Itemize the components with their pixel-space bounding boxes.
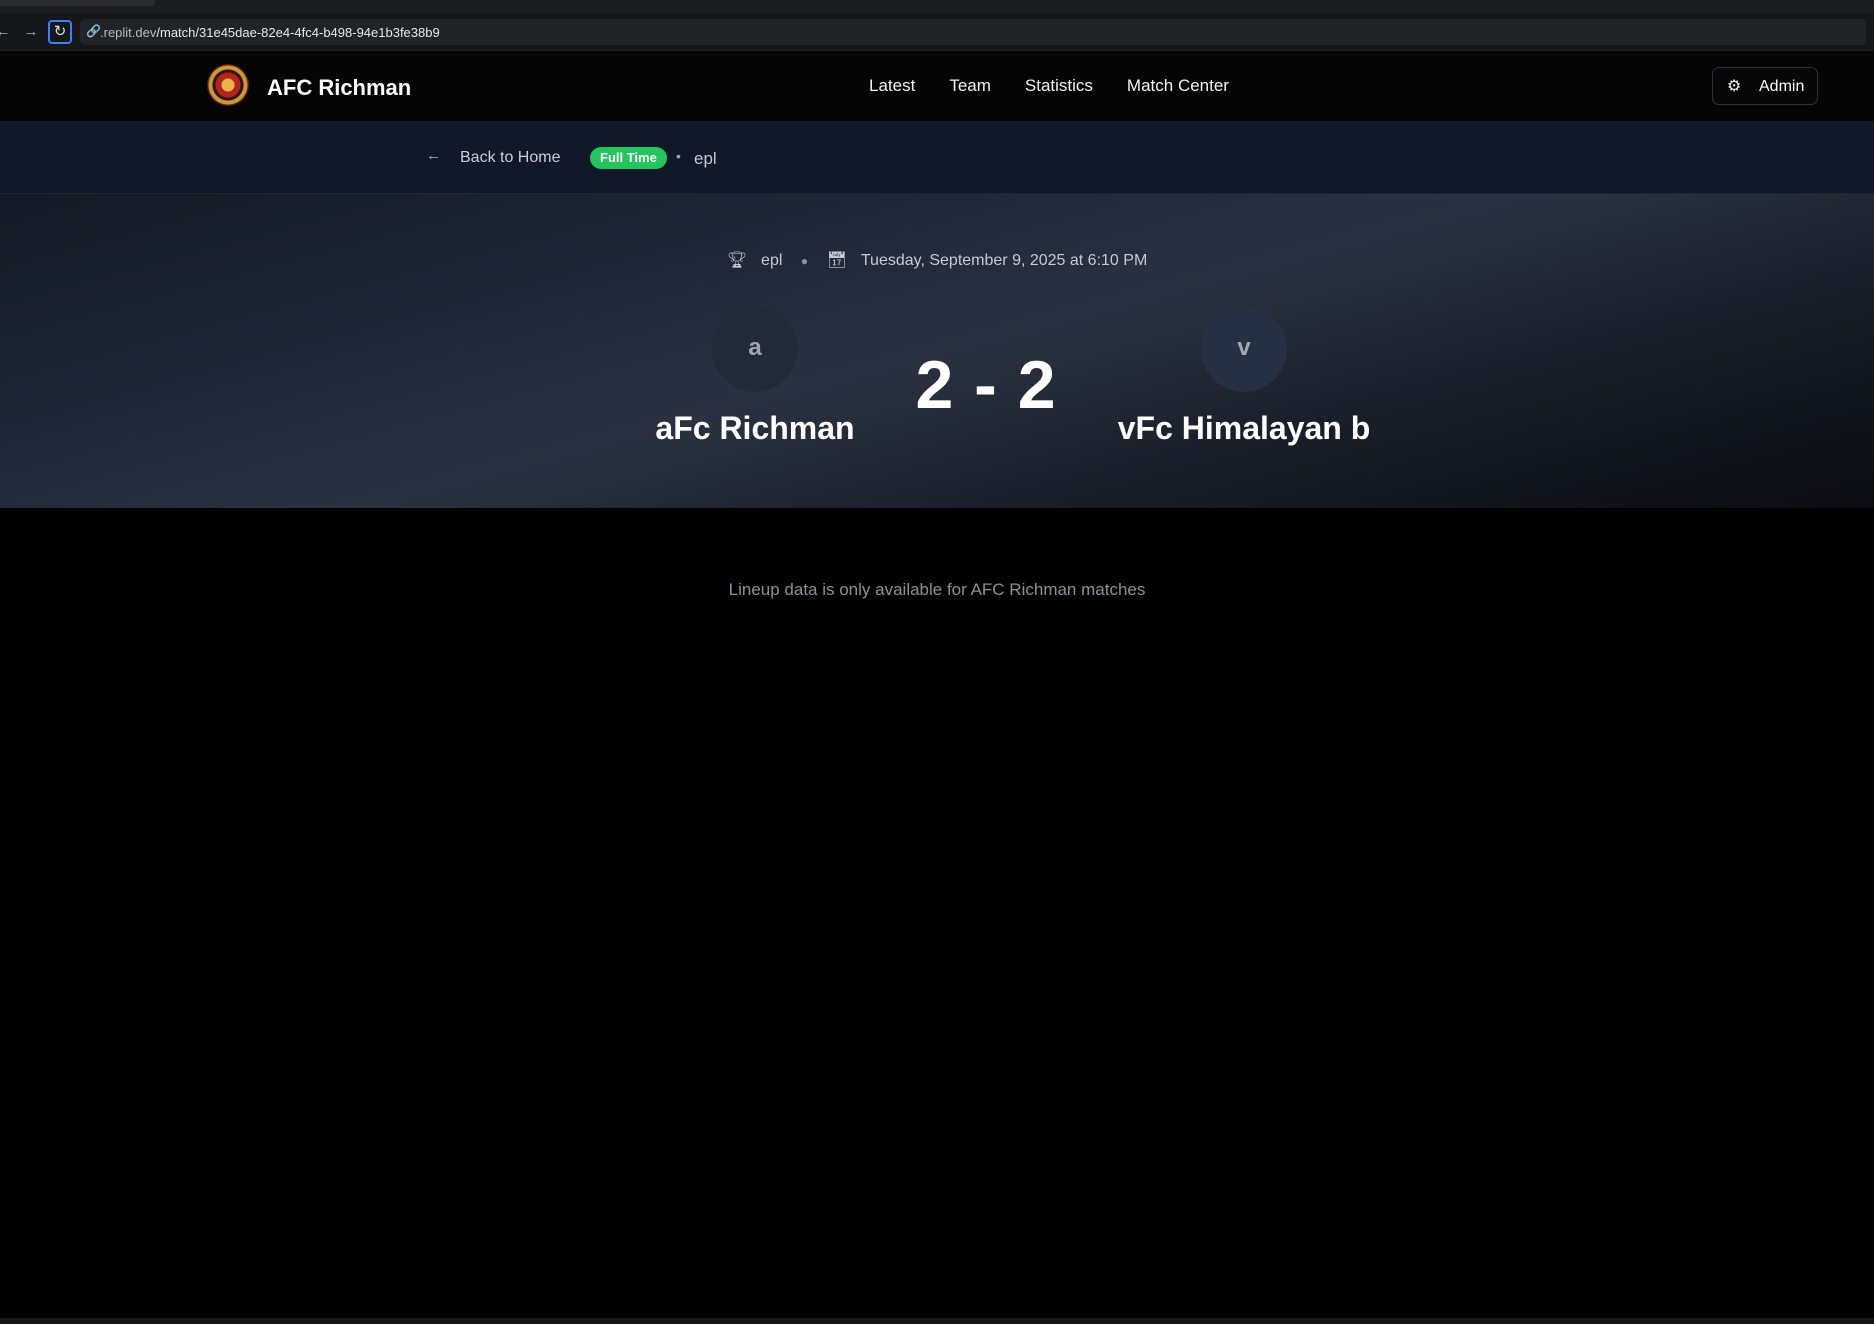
- reload-icon[interactable]: ↻: [48, 20, 72, 44]
- home-team-avatar: a: [712, 306, 798, 392]
- link-icon: 🔗: [86, 24, 101, 38]
- url-text: .replit.dev/match/31e45dae-82e4-4fc4-b49…: [100, 25, 440, 40]
- admin-label: Admin: [1759, 78, 1805, 95]
- brand-name[interactable]: AFC Richman: [267, 75, 411, 101]
- trophy-icon: 🏆︎: [726, 252, 748, 269]
- club-crest-logo[interactable]: [207, 64, 249, 106]
- home-team-name: aFc Richman: [655, 410, 855, 446]
- arrow-left-icon[interactable]: ←: [426, 147, 441, 164]
- address-bar[interactable]: 🔗 .replit.dev/match/31e45dae-82e4-4fc4-b…: [80, 19, 1866, 45]
- app-header: AFC Richman Latest Team Statistics Match…: [0, 51, 1874, 122]
- browser-tab[interactable]: [0, 0, 155, 6]
- main-nav: Latest Team Statistics Match Center: [869, 76, 1229, 96]
- browser-toolbar: ← → ↻ 🔗 .replit.dev/match/31e45dae-82e4-…: [0, 13, 1874, 51]
- match-subbar: ← Back to Home Full Time • epl: [0, 122, 1874, 194]
- url-host: .replit.dev: [100, 25, 157, 40]
- calendar-icon: 📅︎: [826, 252, 847, 269]
- admin-button[interactable]: ⚙ Admin: [1712, 67, 1818, 105]
- meta-competition: epl: [761, 252, 783, 269]
- gear-icon: ⚙: [1727, 78, 1742, 95]
- back-arrow-icon[interactable]: ←: [0, 21, 14, 43]
- away-team-name: vFc Himalayan b: [1117, 410, 1371, 446]
- status-badge: Full Time: [590, 147, 667, 169]
- match-score: 2 - 2: [915, 347, 1057, 423]
- forward-arrow-icon[interactable]: →: [20, 21, 42, 43]
- nav-match-center[interactable]: Match Center: [1127, 76, 1229, 96]
- lineup-unavailable-message: Lineup data is only available for AFC Ri…: [728, 580, 1146, 599]
- url-path: /match/31e45dae-82e4-4fc4-b498-94e1b3fe3…: [156, 25, 440, 40]
- match-hero: 🏆︎ epl ● 📅︎ Tuesday, September 9, 2025 at …: [0, 194, 1874, 508]
- browser-tab-strip: [0, 0, 1874, 13]
- away-team-avatar: v: [1201, 306, 1287, 392]
- separator-dot: ●: [800, 254, 809, 268]
- match-meta: 🏆︎ epl ● 📅︎ Tuesday, September 9, 2025 at …: [0, 250, 1874, 270]
- nav-team[interactable]: Team: [949, 76, 991, 96]
- separator-dot: •: [676, 148, 681, 164]
- bottom-edge: [0, 1318, 1874, 1324]
- competition-label: epl: [694, 149, 717, 168]
- back-to-home-link[interactable]: Back to Home: [460, 149, 560, 167]
- nav-statistics[interactable]: Statistics: [1025, 76, 1093, 96]
- nav-latest[interactable]: Latest: [869, 76, 915, 96]
- match-datetime: Tuesday, September 9, 2025 at 6:10 PM: [860, 252, 1148, 269]
